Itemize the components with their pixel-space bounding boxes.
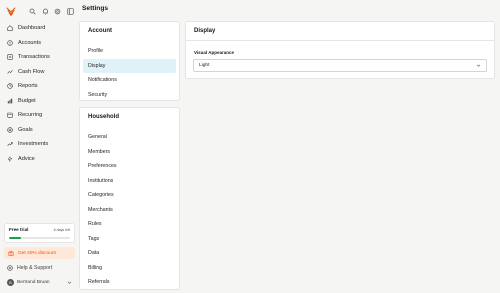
chevron-down-icon (67, 280, 72, 285)
page-title: Settings (82, 5, 109, 12)
avatar: B (7, 279, 14, 286)
chevron-down-icon (476, 63, 481, 68)
sidebar-item-label: Advice (18, 155, 35, 162)
sidebar-item-label: Reports (18, 83, 38, 90)
sidebar-item-recurring[interactable]: Recurring (0, 108, 78, 123)
sidebar-item-label: Dashboard (18, 25, 46, 32)
sidebar-item-investments[interactable]: Investments (0, 137, 78, 152)
visual-appearance-label: Visual Appearance (194, 50, 235, 55)
sidebar-item-label: Cash Flow (18, 68, 45, 75)
household-title: Household (88, 114, 119, 120)
settings-item-tags[interactable]: Tags (83, 232, 176, 247)
settings-item-billing[interactable]: Billing (83, 261, 176, 276)
gift-icon (8, 250, 14, 256)
trial-days-left: 6 days left (53, 227, 70, 232)
trial-progress-fill (9, 237, 22, 239)
sidebar: Dashboard Accounts Transactions Cash Flo… (0, 0, 78, 293)
sidebar-toolbar (6, 6, 76, 16)
settings-item-profile[interactable]: Profile (83, 44, 176, 59)
account-title: Account (88, 28, 112, 34)
sidebar-item-label: Budget (18, 97, 36, 104)
sidebar-item-label: Goals (18, 126, 33, 133)
settings-item-institutions[interactable]: Institutions (83, 174, 176, 189)
visual-appearance-value: Light (199, 63, 210, 68)
free-trial-card: Free trial 6 days left (4, 223, 75, 243)
home-icon (7, 25, 13, 31)
investments-icon (7, 141, 13, 147)
settings-item-general[interactable]: General (83, 130, 176, 145)
sidebar-item-dashboard[interactable]: Dashboard (0, 21, 78, 36)
settings-item-merchants[interactable]: Merchants (83, 203, 176, 218)
help-icon (7, 264, 13, 271)
sidebar-item-label: Recurring (18, 112, 43, 119)
sidebar-item-budget[interactable]: Budget (0, 94, 78, 109)
sidebar-toggle-icon[interactable] (66, 7, 74, 15)
settings-item-data[interactable]: Data (83, 246, 176, 261)
free-trial-title: Free trial (9, 227, 29, 232)
settings-item-notifications[interactable]: Notifications (83, 73, 176, 88)
get-discount-button[interactable]: Get 40% discount (4, 247, 75, 259)
settings-item-preferences[interactable]: Preferences (83, 159, 176, 174)
settings-item-referrals[interactable]: Referrals (83, 275, 176, 290)
sidebar-item-label: Accounts (18, 39, 42, 46)
settings-item-display[interactable]: Display (83, 58, 176, 73)
sidebar-item-goals[interactable]: Goals (0, 123, 78, 138)
cash-flow-icon (7, 69, 13, 75)
advice-icon (7, 156, 13, 162)
settings-item-members[interactable]: Members (83, 145, 176, 160)
display-panel: Display Visual Appearance Light (185, 21, 495, 79)
sidebar-item-label: Transactions (18, 54, 50, 61)
settings-item-security[interactable]: Security (83, 88, 176, 103)
sidebar-nav: Dashboard Accounts Transactions Cash Flo… (0, 21, 78, 166)
household-list: General Members Preferences Institutions… (80, 127, 179, 290)
goals-icon (7, 127, 13, 133)
transactions-icon (7, 54, 13, 60)
trial-progress-bar (9, 237, 70, 239)
visual-appearance-select[interactable]: Light (193, 59, 487, 72)
bell-icon[interactable] (42, 8, 49, 15)
sidebar-item-advice[interactable]: Advice (0, 152, 78, 167)
account-panel: Account Profile Display Notifications Se… (79, 21, 180, 101)
sidebar-item-reports[interactable]: Reports (0, 79, 78, 94)
sidebar-item-cash-flow[interactable]: Cash Flow (0, 65, 78, 80)
household-panel: Household General Members Preferences In… (79, 107, 180, 290)
user-name: Bertrand Bruan (17, 280, 50, 285)
bird-logo-icon[interactable] (6, 6, 16, 16)
search-icon[interactable] (29, 8, 36, 15)
sidebar-item-transactions[interactable]: Transactions (0, 50, 78, 65)
reports-icon (7, 83, 13, 89)
help-support-button[interactable]: Help & Support (4, 262, 75, 273)
sidebar-item-accounts[interactable]: Accounts (0, 36, 78, 51)
budget-icon (7, 98, 13, 104)
sidebar-item-label: Investments (18, 141, 49, 148)
settings-item-rules[interactable]: Rules (83, 217, 176, 232)
discount-label: Get 40% discount (18, 250, 56, 256)
account-list: Profile Display Notifications Security (80, 41, 179, 102)
user-menu[interactable]: B Bertrand Bruan (4, 277, 75, 288)
settings-item-categories[interactable]: Categories (83, 188, 176, 203)
help-label: Help & Support (17, 264, 53, 271)
accounts-icon (7, 40, 13, 46)
recurring-icon (7, 112, 13, 118)
display-title: Display (186, 22, 494, 41)
gear-icon[interactable] (54, 8, 61, 15)
